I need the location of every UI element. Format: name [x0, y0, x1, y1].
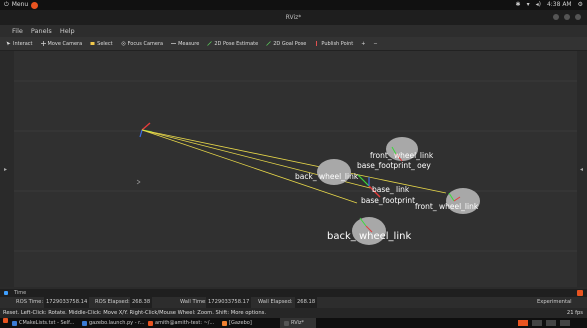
close-button[interactable]	[575, 14, 581, 20]
add-tool-icon: +	[361, 40, 366, 47]
pose-estimate-tool-button[interactable]: 2D Pose Estimate	[207, 37, 258, 50]
workspace-indicator[interactable]	[546, 320, 556, 326]
ros-time-label: ROS Time:	[16, 299, 44, 305]
focus-camera-icon	[121, 41, 126, 46]
taskbar-item-cmakelists[interactable]: CMakeLists.txt - Self...	[12, 318, 74, 328]
menu-panels[interactable]: Panels	[31, 25, 52, 37]
time-panel: ROS Time: 1729033758.14 ROS Elapsed: 268…	[0, 297, 587, 308]
system-tray: ✱ ▾ ◂) 4:38 AM ⚙	[516, 0, 583, 10]
ubuntu-logo-icon	[31, 1, 39, 9]
terminal-icon	[148, 320, 153, 326]
gazebo-icon	[222, 320, 227, 326]
show-desktop-icon	[3, 318, 8, 323]
frame-label-base-footprint-top: base_footprint_ oey	[357, 161, 431, 170]
wall-time-value: 1729033758.17	[206, 297, 252, 308]
time-panel-icon	[4, 291, 8, 295]
frame-label-base-footprint: base_footprint	[361, 196, 416, 205]
taskbar-item-terminal[interactable]: amith@amith-test: ~/...	[148, 318, 214, 328]
network-icon[interactable]: ▾	[527, 0, 530, 10]
expand-left-icon[interactable]: ▸	[4, 166, 7, 173]
frame-label-front-wheel-bottom: front_ wheel_link	[415, 202, 479, 211]
select-icon	[90, 42, 95, 45]
remove-tool-icon: −	[373, 40, 378, 47]
tool-bar: Interact Move Camera Select Focus Camera…	[0, 37, 587, 51]
reset-button[interactable]: Reset	[3, 310, 18, 316]
maximize-button[interactable]	[564, 14, 570, 20]
system-menu-button[interactable]: ⏻ Menu	[4, 0, 39, 10]
ground-grid	[14, 80, 577, 252]
time-panel-title: Time	[14, 290, 27, 296]
publish-point-tool-button[interactable]: Publish Point	[314, 37, 353, 50]
menu-file[interactable]: File	[12, 25, 23, 37]
wall-elapsed-value: 268.18	[295, 297, 318, 308]
scene-graphic	[14, 80, 577, 252]
cursor-marker	[136, 179, 141, 185]
status-bar: Reset. Left-Click: Rotate. Middle-Click:…	[0, 308, 587, 318]
goal-pose-tool-button[interactable]: 2D Goal Pose	[266, 37, 306, 50]
vscode-icon	[82, 320, 87, 326]
expand-right-icon[interactable]: ◂	[580, 166, 583, 173]
minimize-button[interactable]	[553, 14, 559, 20]
wall-time-label: Wall Time:	[180, 299, 207, 305]
frame-label-back-wheel-bottom: back_ wheel_link	[327, 231, 412, 242]
power-icon: ⏻	[4, 1, 9, 8]
goal-pose-icon	[266, 41, 271, 46]
taskbar-item-gazebo-launch[interactable]: gazebo.launch.py - r...	[82, 318, 144, 328]
workspace-indicator-active[interactable]	[518, 320, 528, 326]
select-tool-button[interactable]: Select	[90, 37, 113, 50]
fps-counter: 21 fps	[566, 310, 583, 316]
system-menu-label: Menu	[11, 1, 29, 8]
workspace-indicator[interactable]	[560, 320, 570, 326]
bluetooth-icon[interactable]: ✱	[516, 0, 521, 10]
interact-icon	[6, 41, 11, 46]
add-tool-button[interactable]: +	[361, 37, 365, 50]
os-taskbar: CMakeLists.txt - Self... gazebo.launch.p…	[0, 318, 587, 328]
window-controls	[553, 14, 581, 20]
experimental-checkbox-label[interactable]: Experimental	[537, 297, 572, 308]
odom-frame-axes	[139, 122, 153, 138]
wall-elapsed-label: Wall Elapsed:	[258, 299, 293, 305]
system-top-bar: ⏻ Menu ✱ ▾ ◂) 4:38 AM ⚙	[0, 0, 587, 10]
menu-help[interactable]: Help	[60, 25, 75, 37]
clock[interactable]: 4:38 AM	[547, 0, 572, 10]
interact-tool-button[interactable]: Interact	[6, 37, 33, 50]
workspace-indicator[interactable]	[532, 320, 542, 326]
move-camera-icon	[40, 41, 46, 46]
frame-label-base-link: base_ link	[372, 185, 410, 194]
remove-tool-button[interactable]: −	[373, 37, 377, 50]
window-title-bar: RViz*	[0, 10, 587, 25]
window-title: RViz*	[285, 14, 302, 21]
left-dock-collapsed[interactable]: ▸	[0, 51, 14, 287]
right-dock-collapsed[interactable]: ◂	[577, 51, 587, 287]
publish-point-icon	[316, 41, 318, 46]
volume-icon[interactable]: ◂)	[536, 0, 541, 10]
ros-time-value: 1729033758.14	[44, 297, 90, 308]
render-viewport[interactable]: front_ wheel_link base_footprint_ oey ba…	[14, 51, 577, 287]
vscode-icon	[12, 320, 17, 326]
taskbar-item-gazebo[interactable]: [Gazebo]	[222, 318, 252, 328]
measure-icon	[171, 43, 177, 44]
settings-icon[interactable]: ⚙	[578, 0, 583, 10]
focus-camera-tool-button[interactable]: Focus Camera	[121, 37, 163, 50]
frame-label-front-wheel-top: front_ wheel_link	[370, 151, 434, 160]
menu-bar: File Panels Help	[0, 25, 587, 37]
close-time-panel-button[interactable]	[577, 290, 583, 296]
measure-tool-button[interactable]: Measure	[171, 37, 199, 50]
ros-elapsed-value: 268.38	[130, 297, 153, 308]
pose-estimate-icon	[207, 41, 213, 46]
move-camera-tool-button[interactable]: Move Camera	[40, 37, 82, 50]
taskbar-show-desktop[interactable]	[3, 318, 8, 323]
rviz-icon	[284, 320, 289, 326]
status-hint: Left-Click: Rotate. Middle-Click: Move X…	[20, 310, 266, 316]
frame-label-back-wheel-top: back_ wheel_link	[295, 172, 359, 181]
time-panel-header: Time	[0, 289, 587, 297]
ros-elapsed-label: ROS Elapsed:	[95, 299, 130, 305]
taskbar-item-rviz[interactable]: RViz*	[280, 318, 317, 328]
